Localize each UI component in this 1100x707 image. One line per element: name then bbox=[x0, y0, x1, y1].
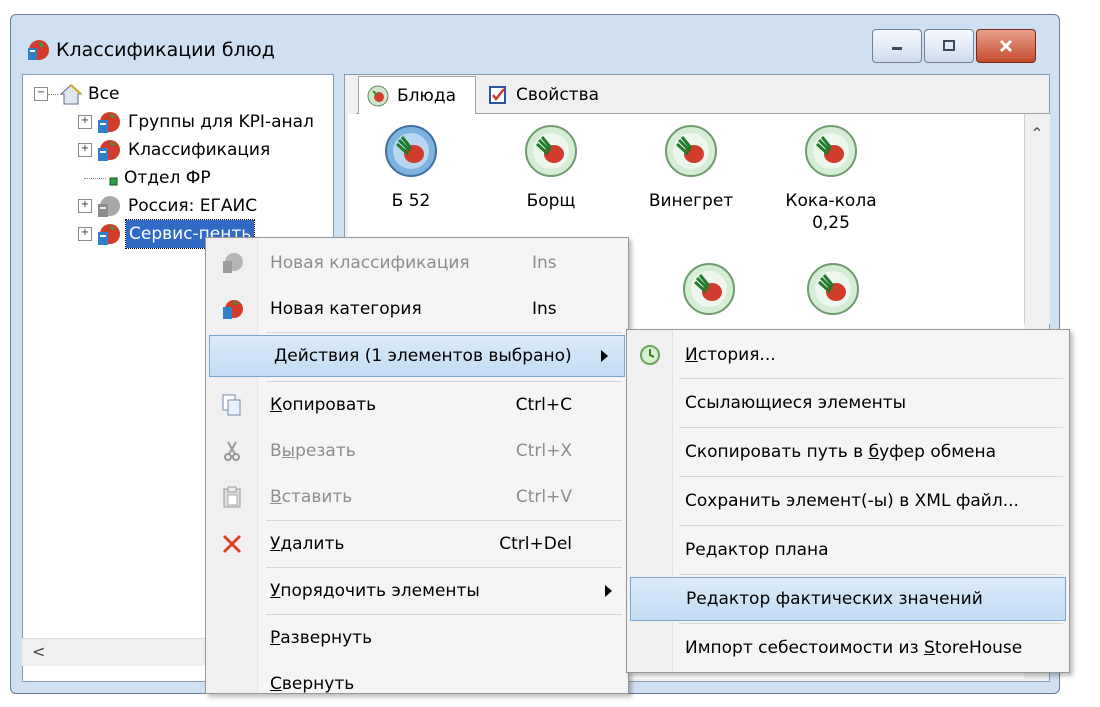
collapse-icon[interactable]: − bbox=[34, 87, 48, 101]
tree-item[interactable]: Отдел ФР bbox=[84, 164, 211, 192]
submenu-arrow-icon bbox=[601, 350, 608, 362]
dish-icon[interactable] bbox=[682, 262, 736, 316]
green-square-icon bbox=[109, 177, 118, 186]
maximize-icon bbox=[943, 40, 955, 51]
dish-name: Борщ bbox=[526, 191, 576, 211]
context-menu-items: Новая классификация Ins Новая категория … bbox=[206, 240, 628, 707]
submenu-item-referencing[interactable]: Ссылающиеся элементы bbox=[627, 379, 1069, 427]
menu-item-paste[interactable]: Вставить Ctrl+V bbox=[206, 474, 628, 520]
app-classification-icon bbox=[28, 40, 49, 60]
menu-item-sort[interactable]: Упорядочить элементы bbox=[206, 568, 628, 614]
expand-icon[interactable]: + bbox=[78, 115, 92, 129]
menu-item-new-classification[interactable]: Новая классификация Ins bbox=[206, 240, 628, 286]
classification-icon bbox=[98, 140, 120, 161]
submenu-items: История... Ссылающиеся элементы Скопиров… bbox=[627, 332, 1069, 672]
submenu-arrow-icon bbox=[605, 585, 612, 597]
dish-item[interactable]: Б 52 bbox=[356, 124, 466, 212]
close-icon bbox=[999, 39, 1013, 53]
submenu-item-actual-values-editor[interactable]: Редактор фактических значений bbox=[630, 577, 1066, 621]
dish-item[interactable]: Борщ bbox=[496, 124, 606, 212]
dish-icon bbox=[367, 85, 389, 106]
dish-icon[interactable] bbox=[806, 262, 860, 316]
gray-classification-icon bbox=[223, 253, 243, 273]
tree-item[interactable]: + Россия: ЕГАИС bbox=[78, 192, 257, 220]
dish-item[interactable]: Кока-кола 0,25 bbox=[776, 124, 886, 234]
classification-icon bbox=[98, 224, 120, 245]
dish-icon bbox=[385, 125, 437, 177]
expand-icon[interactable]: + bbox=[78, 227, 92, 241]
tab-label: Свойства bbox=[516, 85, 600, 105]
menu-item-actions[interactable]: Действия (1 элементов выбрано) bbox=[209, 335, 625, 377]
menu-item-expand[interactable]: Развернуть bbox=[206, 615, 628, 661]
scroll-up-icon[interactable]: ⌃ bbox=[1024, 118, 1050, 148]
dish-name: Б 52 bbox=[391, 191, 431, 211]
tree-item-label: Россия: ЕГАИС bbox=[128, 196, 258, 216]
close-button[interactable] bbox=[976, 29, 1036, 63]
tree-item[interactable]: + Классификация bbox=[78, 136, 270, 164]
house-icon bbox=[59, 84, 83, 105]
dish-icon bbox=[665, 125, 717, 177]
dish-icon bbox=[805, 125, 857, 177]
submenu-item-save-xml[interactable]: Сохранить элемент(-ы) в XML файл... bbox=[627, 477, 1069, 525]
copy-icon bbox=[222, 394, 241, 416]
submenu-item-import-cost[interactable]: Импорт себестоимости из StoreHouse bbox=[627, 624, 1069, 672]
paste-icon bbox=[223, 486, 241, 508]
menu-item-delete[interactable]: Удалить Ctrl+Del bbox=[206, 521, 628, 567]
dish-name: Кока-кола bbox=[785, 191, 877, 211]
dish-name-line2: 0,25 bbox=[812, 213, 850, 233]
expand-icon[interactable]: + bbox=[78, 199, 92, 213]
expand-icon[interactable]: + bbox=[78, 143, 92, 157]
menu-item-cut[interactable]: Вырезать Ctrl+X bbox=[206, 428, 628, 474]
submenu-item-copy-path[interactable]: Скопировать путь в буфер обмена bbox=[627, 428, 1069, 476]
gray-classification-icon bbox=[98, 196, 120, 217]
menu-item-collapse[interactable]: Свернуть bbox=[206, 661, 628, 707]
tree-root-label: Все bbox=[88, 84, 120, 104]
properties-icon bbox=[489, 86, 506, 104]
menu-item-new-category[interactable]: Новая категория Ins bbox=[206, 286, 628, 332]
tree-item-label: Группы для KPI-анал bbox=[128, 112, 314, 132]
tab-dishes[interactable]: Блюда bbox=[358, 76, 476, 114]
tab-properties[interactable]: Свойства bbox=[480, 76, 630, 114]
minimize-button[interactable] bbox=[872, 29, 922, 63]
tab-label: Блюда bbox=[397, 85, 457, 106]
classification-icon bbox=[223, 300, 243, 319]
menu-item-copy[interactable]: Копировать Ctrl+C bbox=[206, 382, 628, 428]
dish-icon bbox=[525, 125, 577, 177]
classification-icon bbox=[98, 112, 120, 133]
scroll-left-icon[interactable]: < bbox=[32, 642, 45, 661]
minimize-icon bbox=[892, 47, 902, 50]
scissors-icon bbox=[224, 441, 240, 461]
tree-item[interactable]: + Группы для KPI-анал bbox=[78, 108, 314, 136]
history-icon bbox=[640, 345, 660, 365]
tree-item-label: Отдел ФР bbox=[124, 168, 211, 188]
submenu-item-history[interactable]: История... bbox=[627, 332, 1069, 378]
tree-item-label: Классификация bbox=[128, 140, 271, 160]
dish-name: Винегрет bbox=[648, 191, 734, 211]
dish-item[interactable]: Винегрет bbox=[636, 124, 746, 212]
tree-root-row[interactable]: − Все bbox=[34, 80, 119, 108]
window-title: Классификации блюд bbox=[56, 39, 275, 61]
delete-icon bbox=[222, 534, 242, 554]
submenu-item-plan-editor[interactable]: Редактор плана bbox=[627, 526, 1069, 574]
maximize-button[interactable] bbox=[924, 29, 974, 63]
